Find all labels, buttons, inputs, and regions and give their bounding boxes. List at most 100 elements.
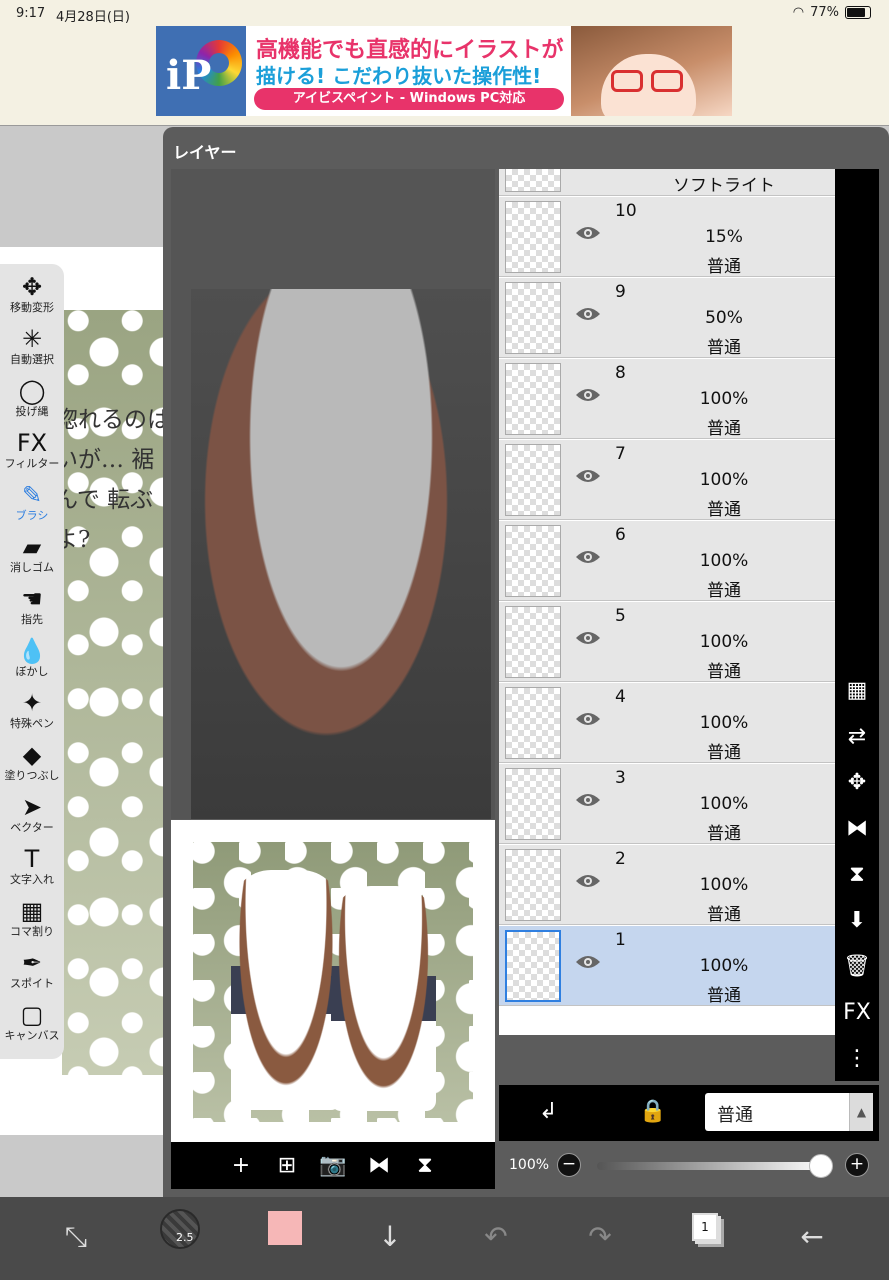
layer-row[interactable]: 1 100% 普通 xyxy=(499,926,835,1006)
layer-row[interactable]: 4 100% 普通 xyxy=(499,683,835,763)
tool-smudge[interactable]: ☚ 指先 xyxy=(0,584,64,636)
tool-filter[interactable]: FX フィルター xyxy=(0,428,64,480)
move-layer-icon[interactable]: ✥ xyxy=(843,769,871,797)
layer-thumbnail[interactable] xyxy=(505,687,561,759)
tool-label: 移動変形 xyxy=(10,301,54,314)
flip-vertical-icon[interactable]: ⧗ xyxy=(411,1152,439,1180)
redo-icon[interactable]: ↷ xyxy=(580,1217,620,1257)
eye-icon[interactable] xyxy=(575,792,601,808)
eye-icon[interactable] xyxy=(575,387,601,403)
fx-icon[interactable]: FX xyxy=(843,999,871,1027)
status-right: ◠ 77% xyxy=(793,5,871,20)
camera-icon[interactable]: 📷 xyxy=(319,1152,347,1180)
tool-text[interactable]: T 文字入れ xyxy=(0,844,64,896)
layer-thumbnail[interactable] xyxy=(505,849,561,921)
undo-icon[interactable]: ↶ xyxy=(476,1217,516,1257)
eye-icon[interactable] xyxy=(575,225,601,241)
add-layer-icon[interactable]: + xyxy=(227,1152,255,1180)
layer-thumbnail[interactable] xyxy=(505,930,561,1002)
ad-banner[interactable]: iP 高機能でも直感的にイラストが 描ける! こだわり抜いた操作性! アイビスペ… xyxy=(156,26,732,116)
trash-icon[interactable]: 🗑 xyxy=(843,953,871,981)
arrow-down-icon[interactable]: ↓ xyxy=(370,1217,410,1257)
layer-opacity: 100% xyxy=(699,632,749,652)
tool-frame[interactable]: ▦ コマ割り xyxy=(0,896,64,948)
eye-icon[interactable] xyxy=(575,630,601,646)
layer-thumbnail[interactable] xyxy=(505,768,561,840)
layer-row[interactable]: 7 100% 普通 xyxy=(499,440,835,520)
tool-label: ベクター xyxy=(10,821,54,834)
layer-panel-title: レイヤー xyxy=(173,143,237,162)
brush-size-button[interactable]: 2.5 xyxy=(160,1209,200,1249)
wifi-icon: ◠ xyxy=(792,5,805,20)
layer-number: 5 xyxy=(615,606,626,626)
status-bar: 9:17 4月28日(日) ◠ 77% xyxy=(0,0,889,26)
tool-vector[interactable]: ➤ ベクター xyxy=(0,792,64,844)
layer-blend-mode: 普通 xyxy=(707,743,741,763)
layer-blend-mode: 普通 xyxy=(707,905,741,925)
eye-icon[interactable] xyxy=(575,711,601,727)
layer-list[interactable]: 20%ソフトライト 10 15% 普通 9 50% 普通 8 100% 普通 7 100% 普通 6 100… xyxy=(499,169,835,1035)
eye-icon[interactable] xyxy=(575,954,601,970)
tool-canvas[interactable]: ▢ キャンバス xyxy=(0,1000,64,1052)
layer-row[interactable]: 3 100% 普通 xyxy=(499,764,835,844)
layer-thumbnail[interactable] xyxy=(505,363,561,435)
layer-blend-mode: 普通 xyxy=(707,986,741,1006)
layer-count-button[interactable]: 1 xyxy=(692,1213,718,1241)
opacity-plus-button[interactable]: + xyxy=(845,1153,869,1177)
tool-lasso[interactable]: ◯ 投げ縄 xyxy=(0,376,64,428)
duplicate-layer-icon[interactable]: ⊞ xyxy=(273,1152,301,1180)
blend-mode-select[interactable]: 普通 ▲ xyxy=(705,1093,873,1131)
opacity-slider-knob[interactable] xyxy=(809,1154,833,1178)
layer-row[interactable]: 10 15% 普通 xyxy=(499,197,835,277)
tool-special-pen[interactable]: ✦ 特殊ペン xyxy=(0,688,64,740)
text-icon: T xyxy=(24,845,40,873)
tool-label: スポイト xyxy=(10,977,54,990)
opacity-bar: 100% − + xyxy=(499,1143,879,1187)
swap-layer-icon[interactable]: ⇄ xyxy=(843,723,871,751)
back-arrow-icon[interactable]: ← xyxy=(792,1217,832,1257)
eye-icon[interactable] xyxy=(575,306,601,322)
tool-blur[interactable]: 💧 ぼかし xyxy=(0,636,64,688)
layer-row[interactable]: 5 100% 普通 xyxy=(499,602,835,682)
color-swatch-button[interactable] xyxy=(268,1211,302,1245)
layer-row[interactable]: 9 50% 普通 xyxy=(499,278,835,358)
layer-row[interactable]: 8 100% 普通 xyxy=(499,359,835,439)
flip-horizontal-icon[interactable]: ⧓ xyxy=(843,815,871,843)
layer-blend-mode: 普通 xyxy=(707,257,741,277)
tool-fill[interactable]: ◆ 塗りつぶし xyxy=(0,740,64,792)
layer-row[interactable]: 6 100% 普通 xyxy=(499,521,835,601)
tool-eyedropper[interactable]: ✒ スポイト xyxy=(0,948,64,1000)
blend-mode-value: 普通 xyxy=(717,1105,753,1126)
layer-number: 10 xyxy=(615,201,637,221)
toggle-tool-icon[interactable]: ⤡ xyxy=(56,1217,96,1257)
layer-row[interactable]: 2 100% 普通 xyxy=(499,845,835,925)
merge-down-icon[interactable]: ⬇ xyxy=(843,907,871,935)
tool-magic-wand[interactable]: ✳ 自動選択 xyxy=(0,324,64,376)
clipping-icon[interactable]: ↲ xyxy=(539,1099,557,1124)
tool-eraser[interactable]: ▰ 消しゴム xyxy=(0,532,64,584)
eye-icon[interactable] xyxy=(575,873,601,889)
eye-icon[interactable] xyxy=(575,468,601,484)
flip-vertical-icon[interactable]: ⧗ xyxy=(843,861,871,889)
eye-icon[interactable] xyxy=(575,549,601,565)
opacity-slider[interactable] xyxy=(597,1154,833,1178)
tool-brush[interactable]: ✎ ブラシ xyxy=(0,480,64,532)
layer-thumbnail[interactable] xyxy=(505,606,561,678)
checkerboard-icon[interactable]: ▦ xyxy=(843,677,871,705)
flip-horizontal-icon[interactable]: ⧓ xyxy=(365,1152,393,1180)
opacity-minus-button[interactable]: − xyxy=(557,1153,581,1177)
filter-icon: FX xyxy=(16,429,48,457)
layer-thumbnail[interactable] xyxy=(505,201,561,273)
layer-thumbnail[interactable] xyxy=(505,169,561,192)
layer-row[interactable]: 20%ソフトライト xyxy=(499,169,835,196)
tool-move[interactable]: ✥ 移動変形 xyxy=(0,272,64,324)
tool-label: ぼかし xyxy=(15,665,49,678)
layer-thumbnail[interactable] xyxy=(505,444,561,516)
layer-thumbnail[interactable] xyxy=(505,525,561,597)
layer-blend-mode: 普通 xyxy=(707,338,741,358)
layer-thumbnail[interactable] xyxy=(505,282,561,354)
alpha-lock-icon[interactable]: 🔒 xyxy=(639,1099,666,1124)
layer-number: 1 xyxy=(615,930,626,950)
canvas-preview-dimmed xyxy=(171,169,495,819)
more-icon[interactable]: ⋮ xyxy=(843,1045,871,1073)
